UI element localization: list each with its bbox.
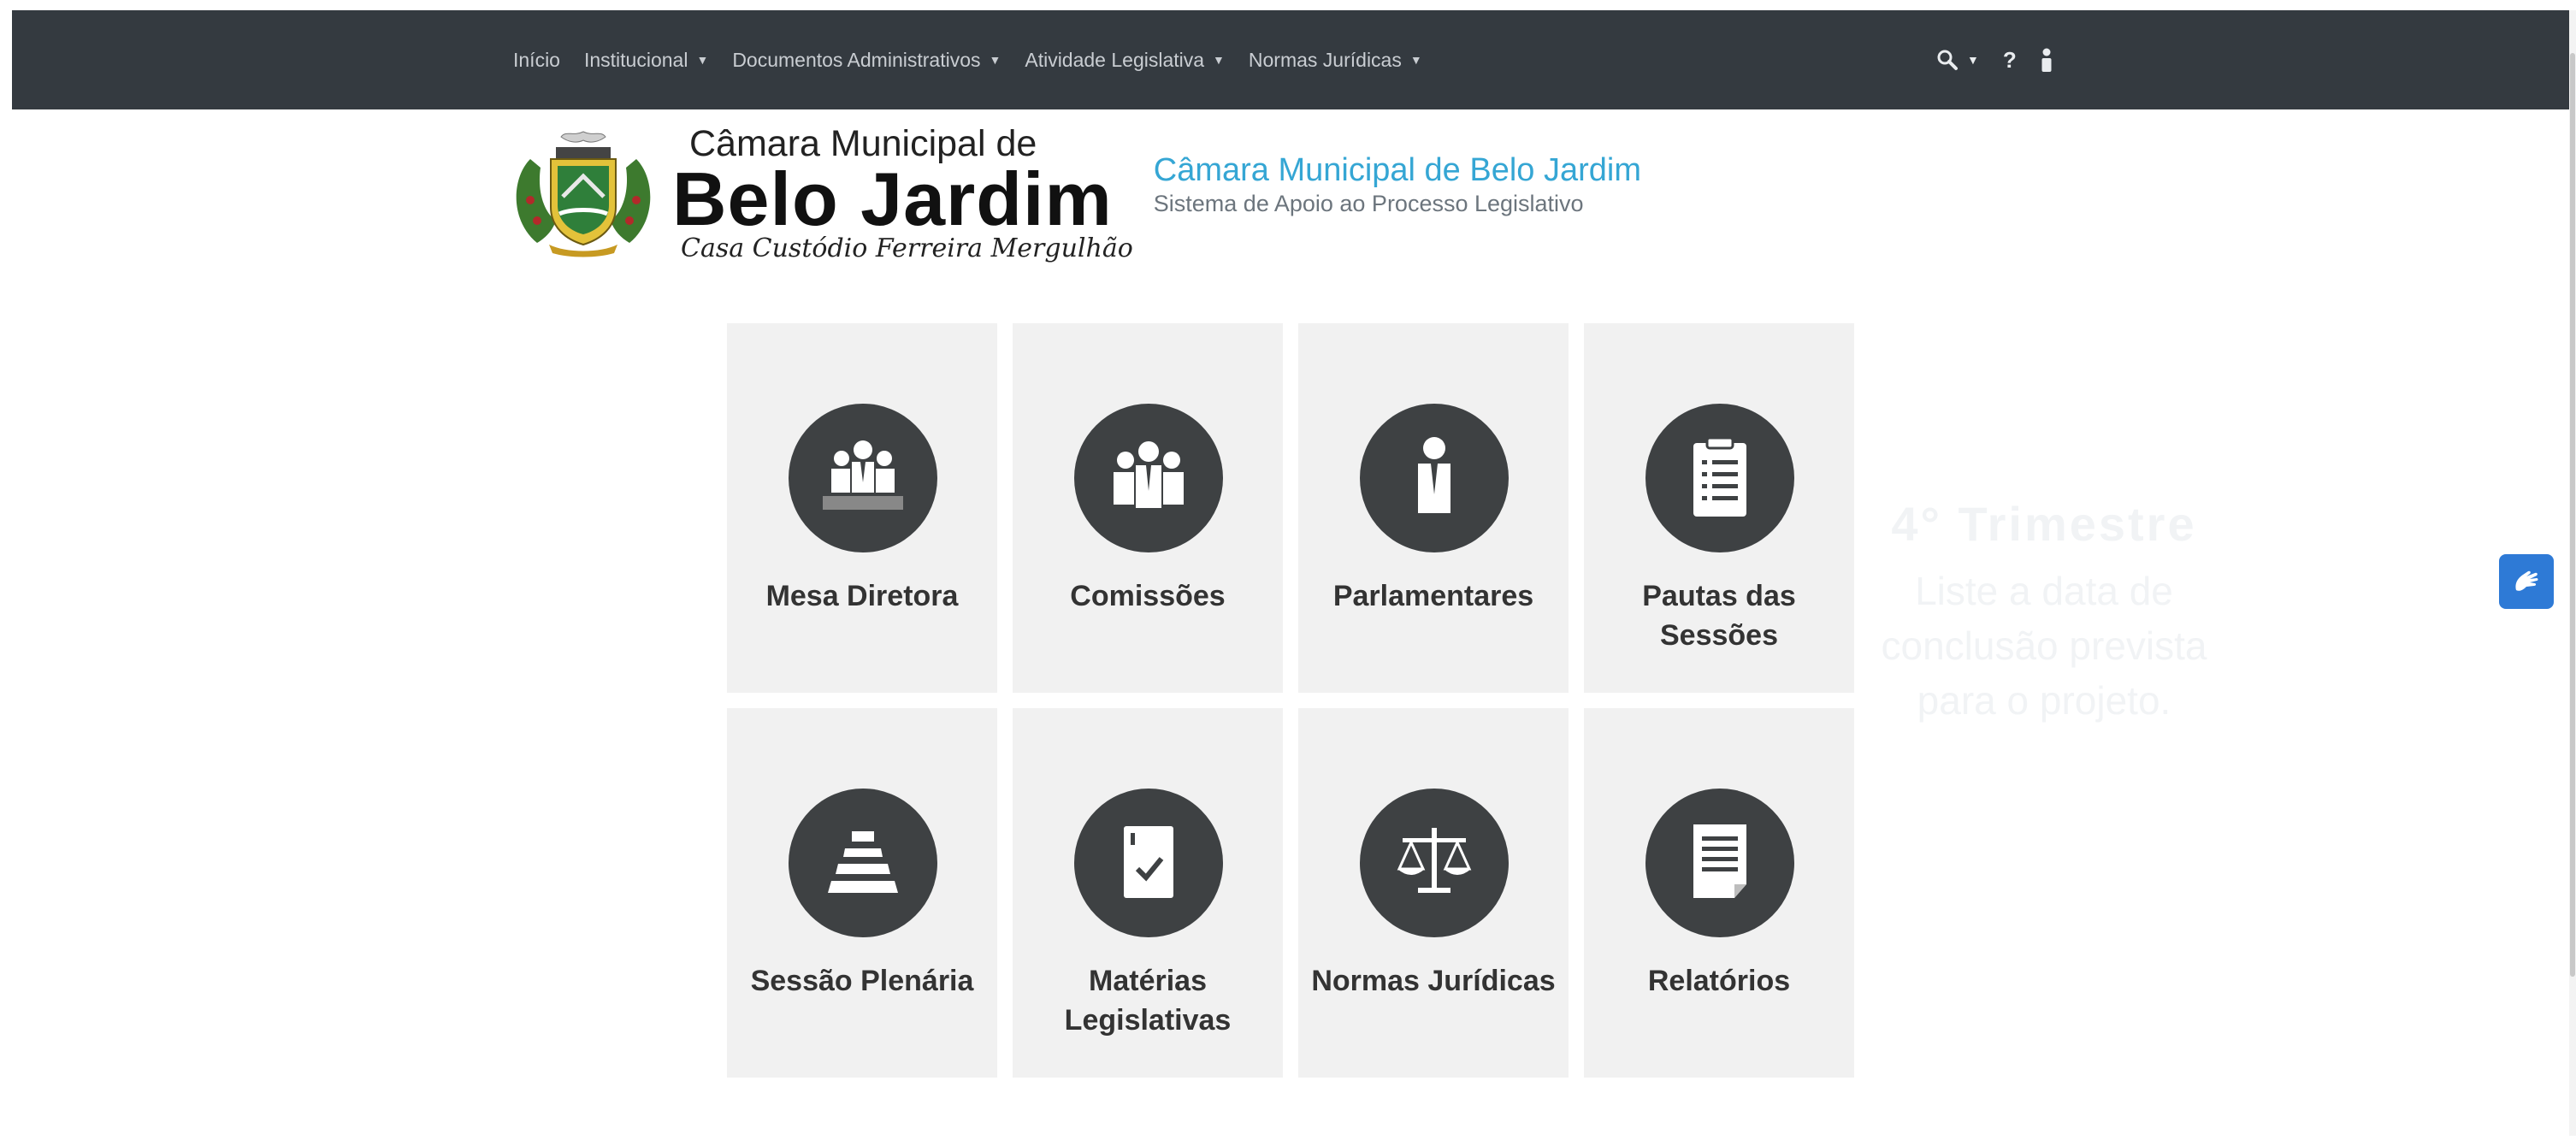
nav-item-label: Normas Jurídicas — [1248, 48, 1402, 71]
search-icon — [1937, 50, 1958, 70]
nav-item-normas-juridicas[interactable]: Normas Jurídicas ▼ — [1249, 49, 1422, 72]
tile-label: Relatórios — [1647, 965, 1791, 997]
tile-label: Comissões — [1070, 580, 1226, 612]
caret-down-icon: ▼ — [1967, 53, 1979, 67]
nav-item-inicio[interactable]: Início — [513, 49, 560, 72]
ghost-body: Liste a data de conclusão prevista para … — [1881, 569, 2207, 723]
tile-label: Sessão Plenária — [750, 965, 974, 997]
tile-pautas-das-sessoes[interactable]: Pautas das Sessões — [1584, 323, 1854, 693]
accessibility-button[interactable] — [2499, 554, 2554, 609]
nav-tools: ▼ ? — [1936, 10, 2077, 109]
top-navbar: Início Institucional ▼ Documentos Admini… — [12, 10, 2569, 109]
clipboard-icon — [1645, 404, 1794, 552]
nav-item-label: Institucional — [583, 48, 688, 71]
logo-wordmark: Câmara Municipal de Belo Jardim Casa Cus… — [672, 125, 1133, 262]
tile-label: Normas Jurídicas — [1311, 965, 1556, 997]
tile-label: Pautas das Sessões — [1642, 580, 1796, 652]
nav-item-atividade-legislativa[interactable]: Atividade Legislativa ▼ — [1025, 49, 1225, 72]
caret-down-icon: ▼ — [1409, 53, 1422, 67]
site-header: Câmara Municipal de Belo Jardim Casa Cus… — [499, 125, 1641, 262]
logo-subtitle: Casa Custódio Ferreira Mergulhão — [681, 233, 1133, 263]
sign-language-icon — [2515, 570, 2538, 591]
caret-down-icon: ▼ — [1213, 53, 1225, 67]
tile-label: Parlamentares — [1332, 580, 1534, 612]
mesa-diretora-icon — [789, 404, 937, 552]
search-toggle[interactable]: ▼ — [1936, 49, 1979, 71]
ghost-text-overlay: 4° Trimestre Liste a data de conclusão p… — [1864, 496, 2224, 728]
plenario-icon — [789, 789, 937, 937]
crest-logo[interactable] — [499, 125, 667, 262]
report-icon — [1645, 789, 1794, 937]
logo-main-text: Belo Jardim — [672, 157, 1113, 241]
shortcut-grid: Mesa Diretora Comissões Parlamentares Pa… — [727, 323, 1854, 1078]
document-check-icon — [1074, 789, 1223, 937]
tile-materias-legislativas[interactable]: Matérias Legislativas — [1013, 708, 1283, 1078]
user-icon — [2041, 48, 2052, 72]
help-icon: ? — [2002, 46, 2017, 73]
tile-comissoes[interactable]: Comissões — [1013, 323, 1283, 693]
nav-item-label: Início — [513, 48, 560, 71]
tile-relatorios[interactable]: Relatórios — [1584, 708, 1854, 1078]
comissoes-icon — [1074, 404, 1223, 552]
nav-item-institucional[interactable]: Institucional ▼ — [584, 49, 708, 72]
nav-item-documentos-administrativos[interactable]: Documentos Administrativos ▼ — [732, 49, 1001, 72]
caret-down-icon: ▼ — [989, 53, 1001, 67]
site-info: Câmara Municipal de Belo Jardim Sistema … — [1154, 152, 1641, 217]
user-button[interactable] — [2041, 48, 2053, 72]
help-button[interactable]: ? — [2003, 47, 2017, 74]
tile-mesa-diretora[interactable]: Mesa Diretora — [727, 323, 997, 693]
tile-label: Matérias Legislativas — [1064, 965, 1232, 1037]
scrollbar-thumb[interactable] — [2570, 53, 2575, 977]
site-subtitle: Sistema de Apoio ao Processo Legislativo — [1153, 191, 1584, 216]
page-scrollbar[interactable] — [2569, 10, 2576, 1136]
caret-down-icon: ▼ — [696, 53, 709, 67]
site-title[interactable]: Câmara Municipal de Belo Jardim — [1154, 152, 1641, 189]
scales-icon — [1360, 789, 1509, 937]
nav-item-label: Atividade Legislativa — [1025, 48, 1205, 71]
nav-item-label: Documentos Administrativos — [732, 48, 981, 71]
ghost-title: 4° Trimestre — [1891, 497, 2197, 551]
tile-sessao-plenaria[interactable]: Sessão Plenária — [727, 708, 997, 1078]
parlamentar-icon — [1360, 404, 1509, 552]
tile-label: Mesa Diretora — [765, 580, 959, 612]
tile-normas-juridicas[interactable]: Normas Jurídicas — [1298, 708, 1569, 1078]
nav-menu: Início Institucional ▼ Documentos Admini… — [513, 10, 1446, 109]
tile-parlamentares[interactable]: Parlamentares — [1298, 323, 1569, 693]
